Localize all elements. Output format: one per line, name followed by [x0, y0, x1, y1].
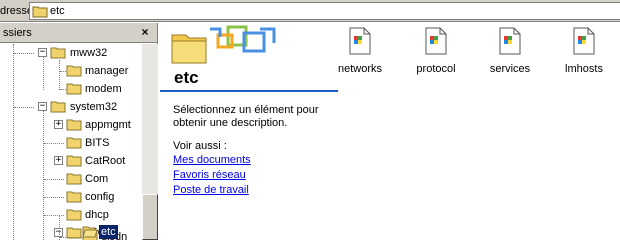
system-file-icon [349, 27, 371, 55]
folder-icon [66, 65, 82, 77]
tree-guide-line [44, 179, 64, 180]
file-networks[interactable]: networks [330, 27, 390, 77]
tree-item-label: Com [85, 173, 109, 185]
info-divider [160, 90, 338, 92]
system-file-icon [425, 27, 447, 55]
address-value: etc [50, 5, 65, 17]
system-file-icon [499, 27, 521, 55]
file-protocol[interactable]: protocol [406, 27, 466, 77]
folders-title: ssiers [3, 27, 32, 39]
tree-item-config[interactable]: config [0, 188, 142, 206]
info-panel: etc Sélectionnez un élément pour obtenir… [160, 23, 340, 240]
folder-icon [66, 83, 82, 95]
link-favoris-reseau[interactable]: Favoris réseau [173, 169, 246, 182]
expand-icon[interactable]: + [54, 156, 63, 165]
folders-pane: ssiers × − mww32 manager modem − system3… [0, 23, 158, 240]
info-title: etc [174, 68, 199, 87]
file-name: protocol [416, 63, 456, 75]
tree-item-bits[interactable]: BITS [0, 134, 142, 152]
tree-item-label: appmgmt [85, 119, 131, 131]
folder-tree: − mww32 manager modem − system32 + appmg… [0, 44, 142, 240]
tree-item-dhcp[interactable]: dhcp [0, 206, 142, 224]
address-bar: dresse etc [0, 0, 620, 22]
folder-icon [50, 101, 66, 113]
expand-icon[interactable]: + [54, 120, 63, 129]
folder-icon [66, 137, 82, 149]
tree-scrollbar[interactable] [142, 44, 158, 240]
tree-item-catroot[interactable]: + CatRoot [0, 152, 142, 170]
tree-item-label: manager [85, 65, 129, 77]
open-folder-icon [82, 226, 98, 238]
folder-icon [66, 119, 82, 131]
file-services[interactable]: services [480, 27, 540, 77]
link-poste-de-travail[interactable]: Poste de travail [173, 184, 249, 197]
tree-guide-line [44, 215, 64, 216]
file-name: networks [337, 63, 383, 75]
tree-item-manager[interactable]: manager [0, 62, 142, 80]
tree-item-label: mww32 [70, 47, 108, 59]
info-description: Sélectionnez un élément pour obtenir une… [173, 104, 319, 129]
folder-icon [66, 209, 82, 221]
folder-icon [50, 47, 66, 59]
tree-item-label: config [85, 191, 115, 203]
tree-item-appmgmt[interactable]: + appmgmt [0, 116, 142, 134]
tree-item-label: CatRoot [85, 155, 126, 167]
tree-item-system32[interactable]: − system32 [0, 98, 142, 116]
tree-item-com[interactable]: Com [0, 170, 142, 188]
tree-item-label: BITS [85, 137, 110, 149]
folders-header: ssiers × [0, 23, 157, 43]
file-name: lmhosts [565, 63, 603, 75]
tree-item-label: system32 [70, 101, 118, 113]
link-mes-documents[interactable]: Mes documents [173, 154, 251, 167]
scrollbar-thumb[interactable] [142, 194, 158, 240]
tree-guide-line [14, 107, 34, 108]
folder-icon [66, 173, 82, 185]
file-lmhosts[interactable]: lmhosts [554, 27, 614, 77]
tree-item-label: etc [99, 225, 118, 239]
folder-icon [32, 6, 48, 18]
tree-item-label: modem [85, 83, 122, 95]
tree-guide-line [44, 197, 64, 198]
tree-guide-line [44, 143, 64, 144]
tree-item-etc[interactable]: etc [0, 223, 142, 240]
close-icon[interactable]: × [138, 25, 152, 39]
tree-guide-line [14, 53, 34, 54]
tree-item-mww32[interactable]: − mww32 [0, 44, 142, 62]
content-pane: etc Sélectionnez un élément pour obtenir… [160, 23, 620, 240]
tree-item-label: dhcp [85, 209, 109, 221]
collapse-icon[interactable]: − [38, 48, 47, 57]
tree-item-modem[interactable]: modem [0, 80, 142, 98]
folder-icon [66, 155, 82, 167]
collapse-icon[interactable]: − [38, 102, 47, 111]
folder-icon [66, 191, 82, 203]
see-also-label: Voir aussi : [173, 140, 227, 152]
folder-banner-icon [171, 25, 298, 64]
file-name: services [489, 63, 531, 75]
address-input[interactable]: etc [29, 2, 620, 20]
system-file-icon [573, 27, 595, 55]
